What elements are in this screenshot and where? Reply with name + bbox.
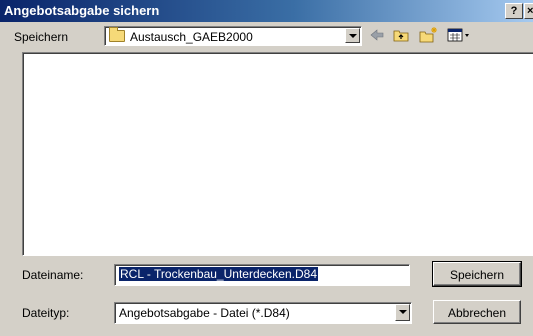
- view-menu-icon[interactable]: [446, 26, 472, 44]
- window-title: Angebotsabgabe sichern: [4, 3, 160, 18]
- folder-combo-value: Austausch_GAEB2000: [130, 30, 253, 44]
- chevron-down-icon[interactable]: [395, 304, 410, 321]
- save-button[interactable]: Speichern: [432, 261, 522, 287]
- chevron-down-icon[interactable]: [345, 28, 360, 43]
- folder-combo[interactable]: Austausch_GAEB2000: [104, 26, 362, 46]
- folder-icon: [109, 27, 125, 42]
- cancel-button[interactable]: Abbrechen: [433, 300, 521, 324]
- up-folder-icon[interactable]: [392, 26, 410, 44]
- filename-label: Dateiname:: [22, 268, 84, 282]
- filename-value: RCL - Trockenbau_Unterdecken.D84: [119, 267, 318, 281]
- new-folder-icon[interactable]: [418, 26, 438, 44]
- filetype-value: Angebotsabgabe - Datei (*.D84): [119, 306, 290, 320]
- filetype-select[interactable]: Angebotsabgabe - Datei (*.D84): [114, 302, 412, 324]
- filetype-label: Dateityp:: [22, 306, 70, 320]
- save-in-label: Speichern: [14, 30, 69, 44]
- filename-input[interactable]: RCL - Trockenbau_Unterdecken.D84: [114, 264, 410, 286]
- close-button[interactable]: ×: [524, 3, 533, 19]
- title-bar[interactable]: Angebotsabgabe sichern ? ×: [0, 0, 533, 22]
- help-button[interactable]: ?: [505, 3, 523, 19]
- back-icon[interactable]: [368, 26, 386, 44]
- file-list[interactable]: [22, 52, 533, 256]
